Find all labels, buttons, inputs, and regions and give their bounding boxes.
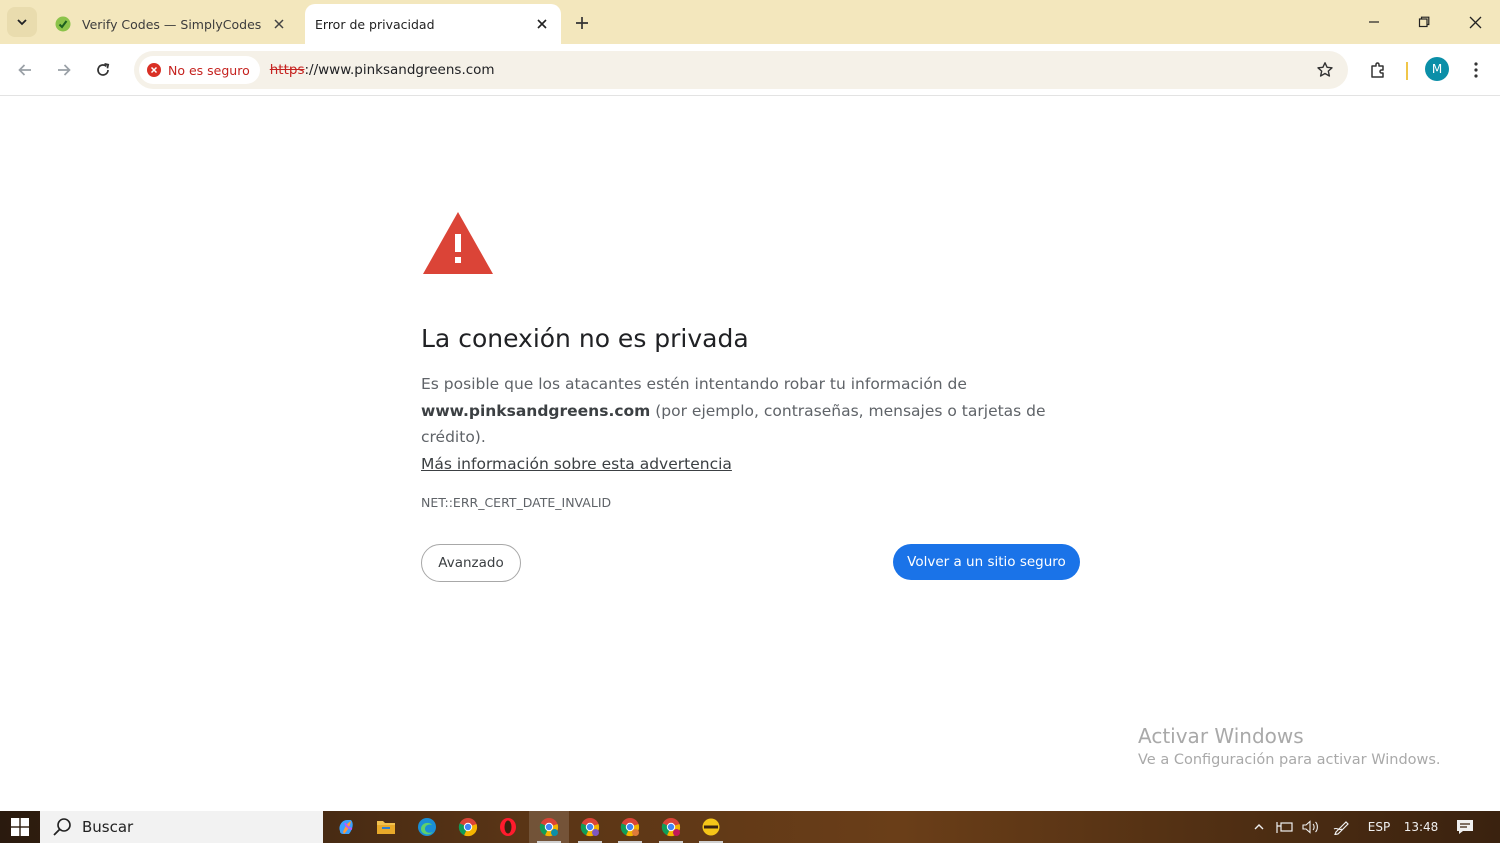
chrome-icon [661,818,681,837]
opera-icon [500,818,516,836]
toolbar: No es seguro https://www.pinksandgreens.… [0,44,1500,96]
file-explorer-app-button[interactable] [366,811,406,843]
volume-button[interactable] [1300,811,1322,843]
puzzle-icon [1371,62,1384,78]
chrome-profile-app-button[interactable] [651,811,691,843]
edge-app-button[interactable] [407,811,447,843]
toolbar-divider [1406,62,1408,80]
tab-privacy-error[interactable]: Error de privacidad [305,4,561,44]
close-icon [537,19,547,29]
menu-button[interactable] [1461,55,1491,85]
extensions-button[interactable] [1363,55,1393,85]
windows-logo-icon [11,818,29,836]
taskbar-search-text: Buscar [82,818,134,836]
notifications-button[interactable] [1452,811,1478,843]
plus-icon [576,17,588,29]
pen-icon [1333,821,1349,835]
site-domain: www.pinksandgreens.com [421,401,651,420]
tab-close-button[interactable] [529,11,555,37]
close-icon [274,19,284,29]
url-host: ://www.pinksandgreens.com [304,62,495,78]
forward-button[interactable] [49,55,79,85]
chrome-icon [458,818,478,837]
chrome-icon [580,818,600,837]
notification-icon [1457,820,1473,834]
edge-icon [418,818,436,836]
warning-description: Es posible que los atacantes estén inten… [421,371,1081,477]
interstitial-content: La conexión no es privada Es posible que… [421,210,1081,510]
bookmark-star-button[interactable] [1314,59,1336,81]
network-icon [1276,822,1293,833]
url-text[interactable]: https://www.pinksandgreens.com [270,62,495,78]
not-secure-icon [147,63,161,77]
close-icon [1469,16,1481,28]
back-button[interactable] [10,55,40,85]
app-button[interactable] [691,811,731,843]
security-chip-label: No es seguro [168,62,250,78]
restore-icon [1418,16,1430,28]
clock[interactable]: 13:48 [1400,811,1442,843]
tab-title: Error de privacidad [315,16,435,32]
chrome-icon [539,818,559,837]
learn-more-link[interactable]: Más información sobre esta advertencia [421,455,732,473]
security-chip[interactable]: No es seguro [139,56,260,84]
app-icon [702,818,720,836]
url-scheme: https [269,62,305,78]
chrome-profile-app-button[interactable] [570,811,610,843]
copilot-icon [339,820,353,834]
chrome-app-button[interactable] [448,811,488,843]
simplycodes-favicon-icon [54,15,72,33]
profile-avatar[interactable]: M [1425,57,1449,81]
error-code: NET::ERR_CERT_DATE_INVALID [421,495,612,510]
language-indicator[interactable]: ESP [1362,811,1396,843]
taskbar: Buscar ESP 13:48 [0,811,1500,843]
show-hidden-icons-button[interactable] [1248,811,1270,843]
tab-title: Verify Codes — SimplyCodes [82,16,262,32]
star-icon [1317,62,1333,77]
address-bar[interactable]: No es seguro https://www.pinksandgreens.… [134,51,1348,89]
opera-app-button[interactable] [488,811,528,843]
back-to-safety-button[interactable]: Volver a un sitio seguro [893,544,1080,580]
search-icon [53,818,71,836]
volume-icon [1302,820,1318,834]
chevron-up-icon [1254,824,1264,830]
activate-windows-watermark: Activar Windows Ve a Configuración para … [1138,724,1441,768]
arrow-right-icon [58,64,71,76]
description-text: Es posible que los atacantes estén inten… [421,375,967,393]
warning-triangle-icon [423,212,493,274]
reload-button[interactable] [88,55,118,85]
minimize-button[interactable] [1349,0,1399,44]
folder-icon [377,821,395,834]
more-vertical-icon [1474,62,1478,78]
tab-close-button[interactable] [266,11,292,37]
restore-button[interactable] [1399,0,1449,44]
chrome-profile-app-button[interactable] [610,811,650,843]
chevron-down-icon [17,19,27,26]
taskbar-search[interactable]: Buscar [40,811,323,843]
watermark-title: Activar Windows [1138,724,1304,748]
tab-strip: Verify Codes — SimplyCodes Error de priv… [0,0,1500,44]
arrow-left-icon [18,64,31,76]
start-button[interactable] [0,811,40,843]
close-window-button[interactable] [1450,0,1500,44]
minimize-icon [1369,21,1379,23]
chrome-profile-app-button[interactable] [529,811,569,843]
tab-search-button[interactable] [7,7,37,37]
reload-icon [97,62,110,76]
advanced-button[interactable]: Avanzado [421,544,521,582]
watermark-subtitle: Ve a Configuración para activar Windows. [1138,752,1441,768]
chrome-icon [620,818,640,837]
tab-simplycodes[interactable]: Verify Codes — SimplyCodes [46,4,298,44]
pen-workspace-button[interactable] [1330,811,1354,843]
network-button[interactable] [1274,811,1296,843]
new-tab-button[interactable] [568,9,596,37]
copilot-app-button[interactable] [326,811,366,843]
page-title: La conexión no es privada [421,324,749,353]
